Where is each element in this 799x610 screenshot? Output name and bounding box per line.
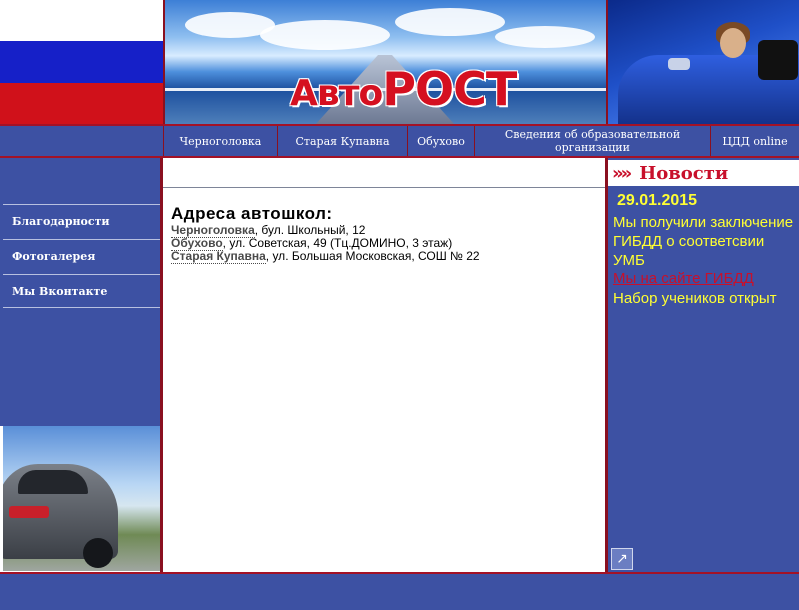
sidebar-item-thanks[interactable]: Благодарности [3, 204, 160, 237]
cloud-shape [495, 26, 595, 48]
sidebar-item-photo-gallery[interactable]: Фотогалерея [3, 239, 160, 272]
main-top-line [163, 187, 605, 188]
double-chevron-right-icon: »» [612, 162, 632, 184]
news-date: 29.01.2015 [617, 192, 698, 209]
address-text: , бул. Школьный, 12 [254, 223, 366, 237]
nav-item-staraya-kupavna[interactable]: Старая Купавна [277, 126, 407, 156]
footer-bar [0, 574, 799, 610]
car-wheel-shape [83, 538, 113, 568]
cloud-shape [260, 20, 390, 50]
nav-item-cdd-online[interactable]: ЦДД online [710, 126, 799, 156]
sidebar-car-photo [3, 426, 160, 571]
flag-red-stripe [0, 83, 163, 125]
cloud-shape [395, 8, 505, 36]
flag-white-stripe [0, 0, 163, 41]
address-text: , ул. Советская, 49 (Тц.ДОМИНО, 3 этаж) [222, 236, 453, 250]
news-header: »» Новости [608, 160, 799, 186]
address-line: Черноголовка, бул. Школьный, 12 [171, 223, 366, 238]
address-text: , ул. Большая Московская, СОШ № 22 [265, 249, 480, 263]
news-text: Мы получили заключение ГИБДД о соответсв… [613, 214, 794, 269]
address-link-staraya-kupavna[interactable]: Старая Купавна [171, 249, 266, 264]
sidebar-divider [3, 307, 160, 308]
flag-blue-stripe [0, 41, 163, 83]
nav-item-chernogolovka[interactable]: Черноголовка [163, 126, 277, 156]
logo-accent-text: РОСТ [382, 62, 517, 116]
news-title: Новости [639, 162, 729, 184]
news-text-enrollment: Набор учеников открыт [613, 290, 777, 307]
address-line: Обухово, ул. Советская, 49 (Тц.ДОМИНО, 3… [171, 236, 453, 251]
driver-head-shape [720, 28, 746, 58]
car-window-shape [18, 470, 88, 494]
nav-item-org-info[interactable]: Сведения об образовательной организации [474, 126, 710, 156]
nav-item-obukhovo[interactable]: Обухово [407, 126, 474, 156]
site-logo[interactable]: АвтоРОСТ [290, 66, 517, 114]
car-seat-shape [758, 40, 798, 80]
sidebar-item-vkontakte[interactable]: Мы Вконтакте [3, 274, 160, 307]
address-line: Старая Купавна, ул. Большая Московская, … [171, 249, 480, 264]
header-car-photo [608, 0, 799, 124]
page-title: Адреса автошкол: [171, 204, 333, 223]
expand-icon[interactable]: ↗ [611, 548, 633, 570]
car-mirror-shape [668, 58, 690, 70]
news-link-gibdd[interactable]: Мы на сайте ГИБДД [613, 270, 754, 287]
car-taillight-shape [9, 506, 49, 518]
logo-main-text: Авто [290, 73, 383, 114]
